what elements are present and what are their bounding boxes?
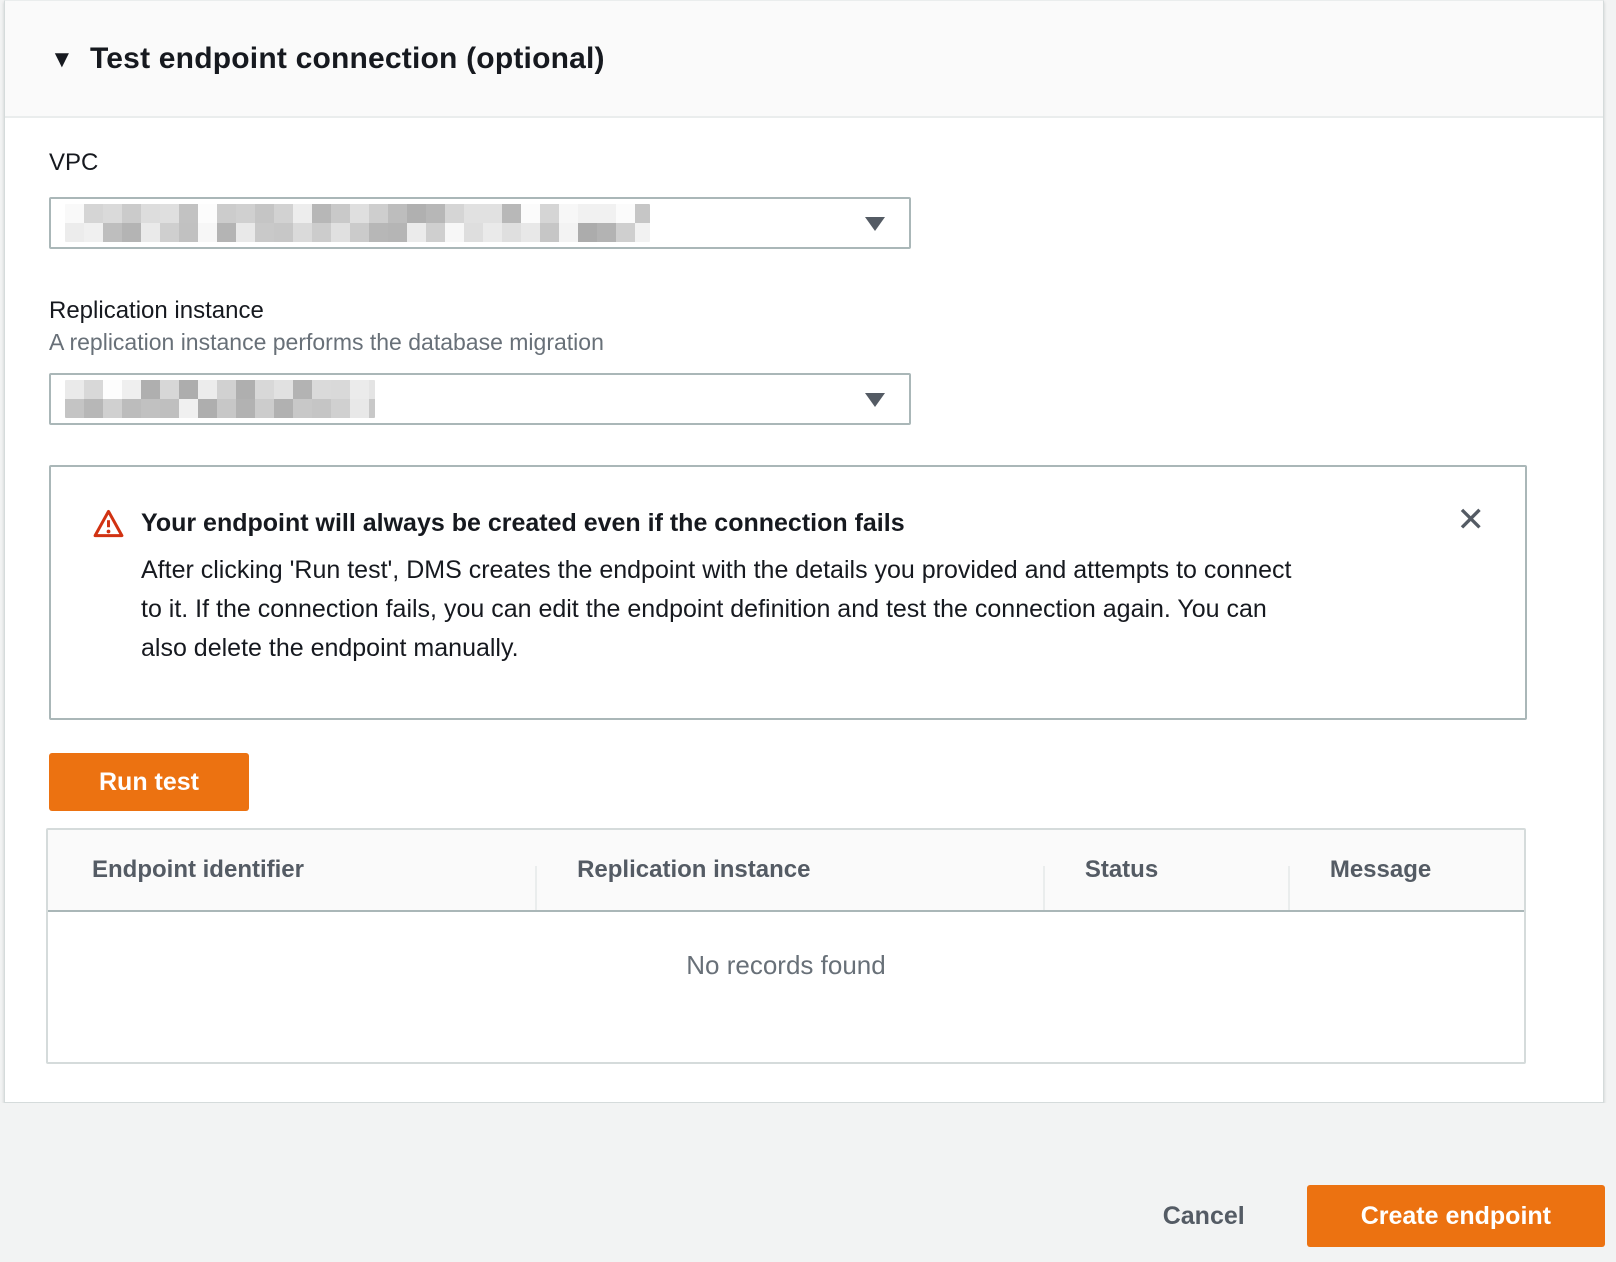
test-endpoint-connection-section: ▼ Test endpoint connection (optional) VP… bbox=[4, 0, 1604, 1103]
replication-instance-label: Replication instance bbox=[49, 296, 1527, 326]
warning-body-line: also delete the endpoint manually. bbox=[141, 629, 1291, 668]
table-header-row: Endpoint identifier Replication instance… bbox=[48, 830, 1524, 912]
column-header-endpoint-identifier: Endpoint identifier bbox=[48, 830, 535, 910]
run-test-button[interactable]: Run test bbox=[49, 753, 249, 811]
collapse-caret-icon: ▼ bbox=[50, 46, 90, 72]
warning-body: After clicking 'Run test', DMS creates t… bbox=[141, 551, 1291, 668]
warning-body-line: After clicking 'Run test', DMS creates t… bbox=[141, 551, 1291, 590]
section-body: VPC Replication instance A replication i… bbox=[5, 118, 1603, 1102]
section-header-toggle[interactable]: ▼ Test endpoint connection (optional) bbox=[5, 1, 1603, 118]
replication-instance-select[interactable] bbox=[49, 373, 911, 425]
vpc-field-group: VPC bbox=[49, 148, 1527, 249]
redacted-value bbox=[65, 380, 375, 418]
column-header-replication-instance: Replication instance bbox=[535, 830, 1043, 910]
replication-instance-field-group: Replication instance A replication insta… bbox=[49, 296, 1527, 425]
warning-title: Your endpoint will always be created eve… bbox=[141, 507, 1291, 539]
vpc-label: VPC bbox=[49, 148, 1527, 178]
test-results-table: Endpoint identifier Replication instance… bbox=[46, 828, 1526, 1064]
column-header-status: Status bbox=[1043, 830, 1288, 910]
warning-dismiss-button[interactable]: ✕ bbox=[1457, 503, 1486, 537]
warning-content: Your endpoint will always be created eve… bbox=[141, 507, 1291, 668]
close-icon: ✕ bbox=[1457, 500, 1486, 540]
create-endpoint-button[interactable]: Create endpoint bbox=[1307, 1185, 1605, 1247]
table-empty-message: No records found bbox=[48, 912, 1524, 1062]
chevron-down-icon bbox=[865, 217, 885, 231]
warning-body-line: to it. If the connection fails, you can … bbox=[141, 590, 1291, 629]
page-footer: Cancel Create endpoint bbox=[0, 1103, 1616, 1262]
column-header-message: Message bbox=[1288, 830, 1524, 910]
warning-triangle-icon bbox=[92, 508, 125, 668]
section-title: Test endpoint connection (optional) bbox=[90, 42, 605, 76]
replication-instance-description: A replication instance performs the data… bbox=[49, 328, 1527, 356]
cancel-button[interactable]: Cancel bbox=[1163, 1202, 1245, 1231]
vpc-select[interactable] bbox=[49, 197, 911, 249]
redacted-value bbox=[65, 204, 650, 242]
warning-alert: Your endpoint will always be created eve… bbox=[49, 465, 1527, 720]
chevron-down-icon bbox=[865, 393, 885, 407]
